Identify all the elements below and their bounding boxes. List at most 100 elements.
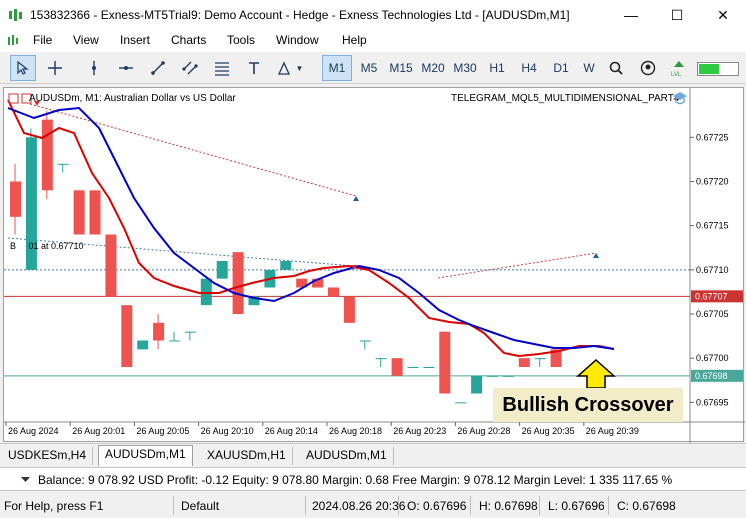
- timeframe-m15[interactable]: M15: [386, 55, 416, 81]
- candle-body: [487, 375, 498, 377]
- timeframe-m5[interactable]: M5: [355, 55, 383, 81]
- timeframe-m30[interactable]: M30: [450, 55, 480, 81]
- maximize-icon: ☐: [670, 6, 684, 23]
- candle-body: [184, 331, 196, 333]
- price-tick-label: 0.67695: [696, 397, 729, 407]
- account-balance-summary: Balance: 9 078.92 USD Profit: -0.12 Equi…: [38, 473, 673, 487]
- candle-body: [169, 340, 180, 342]
- bullish-crossover-label: Bullish Crossover: [493, 388, 683, 422]
- bid-price-tag: 0.67698: [695, 371, 728, 381]
- price-tick-label: 0.67705: [696, 309, 729, 319]
- tab-usdkesm-h4[interactable]: USDKESm,H4: [2, 447, 94, 465]
- time-tick-label: 26 Aug 20:10: [201, 426, 254, 436]
- account-button[interactable]: [637, 55, 659, 81]
- menu-window[interactable]: Window: [276, 33, 319, 47]
- candle-body: [89, 190, 101, 235]
- chart-symbol-title: AUDUSDm, M1: Australian Dollar vs US Dol…: [29, 93, 236, 104]
- text-icon: [249, 62, 259, 74]
- candle-body: [471, 375, 483, 394]
- price-tick-label: 0.67700: [696, 353, 729, 363]
- open-position-label: B 01 at 0.67710: [10, 241, 84, 251]
- time-tick-label: 26 Aug 20:39: [586, 426, 639, 436]
- expert-advisor-title: TELEGRAM_MQL5_MULTIDIMENSIONAL_PART4: [451, 93, 680, 104]
- tab-xauusdm-h1[interactable]: XAUUSDm,H1: [201, 447, 293, 465]
- maximize-button[interactable]: ☐: [654, 0, 700, 30]
- menu-charts[interactable]: Charts: [171, 33, 206, 47]
- status-profile: Default: [181, 499, 220, 513]
- timeframe-d1[interactable]: D1: [548, 55, 574, 81]
- status-help: For Help, press F1: [4, 499, 104, 513]
- cursor-tool-button[interactable]: [10, 55, 36, 81]
- shapes-icon: [277, 61, 290, 75]
- candle-body: [534, 358, 546, 360]
- status-low: L: 0.67696: [548, 499, 605, 513]
- channel-button[interactable]: [177, 55, 203, 81]
- tab-audusdm-m1-active[interactable]: AUDUSDm,M1: [98, 445, 193, 466]
- candle-body: [216, 261, 228, 279]
- chart-menu-icon[interactable]: [6, 33, 22, 49]
- time-tick-label: 26 Aug 20:14: [265, 426, 318, 436]
- status-close: C: 0.67698: [617, 499, 676, 513]
- collapse-icon[interactable]: [20, 474, 31, 485]
- cursor-icon: [17, 60, 29, 75]
- svg-text:LVL: LVL: [671, 72, 682, 77]
- fibonacci-button[interactable]: [209, 55, 235, 81]
- level-button[interactable]: LVL: [668, 55, 690, 81]
- candle-body: [41, 119, 53, 191]
- trade-line-sell: [29, 103, 357, 197]
- vertical-line-button[interactable]: [81, 55, 107, 81]
- status-open: O: 0.67696: [407, 499, 467, 513]
- timeframe-m1[interactable]: M1: [322, 55, 352, 81]
- connection-strength-indicator: [697, 62, 739, 76]
- status-bar: For Help, press F1 Default 2024.08.26 20…: [0, 493, 746, 518]
- status-high: H: 0.67698: [479, 499, 538, 513]
- candle-body: [359, 340, 371, 342]
- menu-insert[interactable]: Insert: [120, 33, 150, 47]
- level-icon: LVL: [671, 61, 684, 77]
- close-button[interactable]: ✕: [700, 0, 746, 30]
- crosshair-tool-button[interactable]: [42, 55, 68, 81]
- candle-body: [200, 278, 212, 306]
- search-button[interactable]: [605, 55, 627, 81]
- trendline-button[interactable]: [145, 55, 171, 81]
- candle-body: [105, 234, 117, 297]
- candle-body: [73, 190, 85, 235]
- channel-icon: [182, 61, 198, 75]
- chart-tabs: USDKESm,H4 AUDUSDm,M1 XAUUSDm,H1 AUDUSDm…: [0, 443, 746, 466]
- buy-arrow-marker: [353, 196, 359, 201]
- menu-file[interactable]: File: [33, 33, 52, 47]
- menu-view[interactable]: View: [73, 33, 99, 47]
- candle-body: [455, 402, 467, 404]
- time-tick-label: 26 Aug 2024: [8, 426, 59, 436]
- menu-bar: File View Insert Charts Tools Window Hel…: [0, 30, 746, 52]
- menu-help[interactable]: Help: [342, 33, 367, 47]
- minimize-button[interactable]: —: [608, 0, 654, 30]
- timeframe-h1[interactable]: H1: [484, 55, 510, 81]
- shapes-dropdown-button[interactable]: ▼: [270, 55, 310, 81]
- price-tick-label: 0.67710: [696, 265, 729, 275]
- minimize-icon: —: [624, 7, 638, 23]
- sell-icon[interactable]: [8, 93, 19, 104]
- horizontal-line-button[interactable]: [113, 55, 139, 81]
- ask-price-tag: 0.67707: [695, 291, 728, 301]
- time-tick-label: 26 Aug 20:01: [72, 426, 125, 436]
- time-tick-label: 26 Aug 20:35: [522, 426, 575, 436]
- text-tool-button[interactable]: [241, 55, 267, 81]
- time-tick-label: 26 Aug 20:18: [329, 426, 382, 436]
- candle-body: [153, 322, 165, 341]
- candle-body: [57, 163, 69, 165]
- menu-tools[interactable]: Tools: [227, 33, 255, 47]
- annotation-arrow: [576, 358, 616, 389]
- timeframe-m20[interactable]: M20: [418, 55, 448, 81]
- timeframe-w[interactable]: W: [578, 55, 600, 81]
- title-bar: 153832366 - Exness-MT5Trial9: Demo Accou…: [0, 0, 746, 30]
- chart-window[interactable]: 0.67725 0.67720 0.67715 0.67710 0.67705 0.677…: [3, 87, 745, 443]
- candle-body: [502, 375, 514, 377]
- tab-audusdm-m1[interactable]: AUDUSDm,M1: [300, 447, 394, 465]
- app-icon: [9, 9, 22, 21]
- timeframe-h4[interactable]: H4: [516, 55, 542, 81]
- status-datetime: 2024.08.26 20:36: [312, 499, 406, 513]
- candle-body: [375, 358, 387, 360]
- window-title: 153832366 - Exness-MT5Trial9: Demo Accou…: [30, 8, 570, 22]
- account-icon: [640, 60, 656, 76]
